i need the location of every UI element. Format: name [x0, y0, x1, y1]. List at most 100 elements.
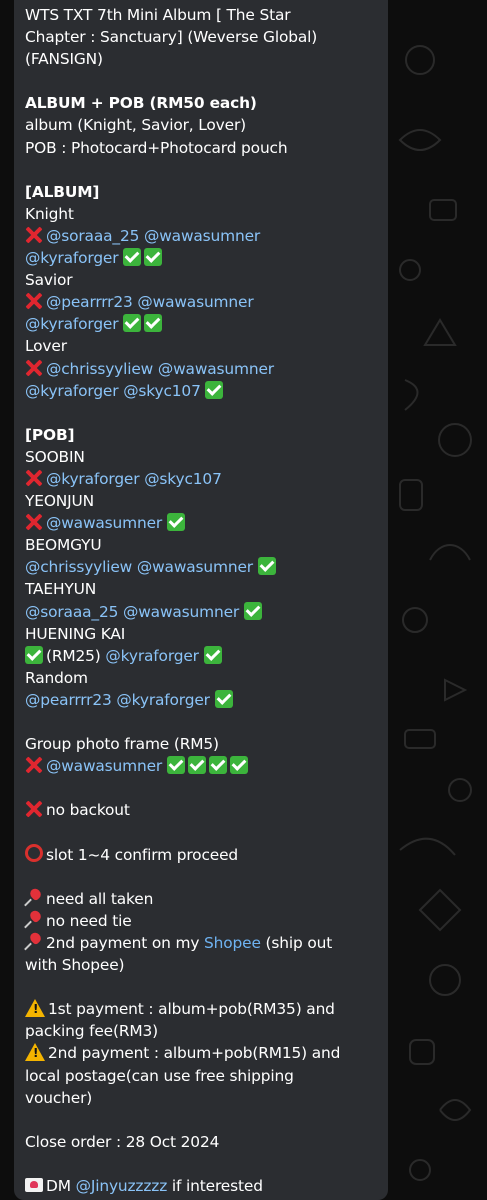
mention-link[interactable]: @wawasumner [123, 603, 239, 621]
check-mark-icon [144, 314, 163, 333]
mention-link[interactable]: @chrissyyliew [46, 360, 153, 378]
check-mark-icon [214, 689, 233, 708]
shopee-link[interactable]: Shopee [204, 934, 261, 952]
check-mark-icon [166, 756, 185, 775]
dm-suffix: if interested [167, 1176, 263, 1195]
mention-link[interactable]: @kyraforger [116, 691, 210, 709]
mention-link[interactable]: @kyraforger [46, 470, 140, 488]
check-mark-icon [229, 756, 248, 775]
cross-mark-icon [25, 359, 43, 377]
check-mark-icon [203, 645, 222, 664]
version-lover: Lover [25, 337, 67, 356]
check-mark-icon [208, 756, 227, 775]
album-heading: [ALBUM] [25, 182, 100, 201]
member-random: Random [25, 668, 88, 687]
check-mark-icon [144, 248, 163, 267]
version-savior: Savior [25, 271, 73, 290]
rule-line: no need tie [25, 910, 388, 932]
second-payment-cont: local postage(can use free shipping [25, 1066, 294, 1085]
hollow-red-circle-icon [25, 843, 43, 862]
message-title: WTS TXT 7th Mini Album [ The Star [25, 6, 291, 24]
first-payment-cont: packing fee(RM3) [25, 1022, 158, 1041]
mention-link[interactable]: @pearrrr23 [46, 293, 133, 311]
payment-line: 2nd payment : album+pob(RM15) and [25, 1042, 388, 1064]
member-beomgyu: BEOMGYU [25, 536, 102, 555]
mention-link[interactable]: @wawasumner [158, 360, 274, 378]
member-yeonjun: YEONJUN [25, 492, 95, 511]
price-heading: ALBUM + POB (RM50 each) [25, 94, 257, 113]
check-mark-icon [25, 645, 43, 664]
pob-description: POB : Photocard+Photocard pouch [25, 138, 288, 157]
rule-line: no backout [25, 799, 388, 821]
claim-line: @soraaa_25 @wawasumner [25, 225, 388, 247]
close-order: Close order : 28 Oct 2024 [25, 1132, 220, 1151]
mention-link[interactable]: @wawasumner [137, 293, 253, 311]
message-title: (FANSIGN) [25, 50, 103, 69]
pushpin-icon [25, 889, 43, 907]
pushpin-icon [25, 911, 43, 929]
check-mark-icon [187, 756, 206, 775]
cross-mark-icon [25, 756, 43, 774]
mention-link[interactable]: @pearrrr23 [25, 691, 112, 709]
slot-note: slot 1~4 confirm proceed [46, 845, 239, 864]
claim-line: @chrissyyliew @wawasumner [25, 358, 388, 380]
cross-mark-icon [25, 226, 43, 244]
dm-prefix: DM [46, 1176, 76, 1195]
mention-link[interactable]: @skyc107 [123, 382, 201, 400]
mention-link[interactable]: @wawasumner [137, 558, 253, 576]
mention-link[interactable]: @chrissyyliew [25, 558, 132, 576]
second-payment: 2nd payment : album+pob(RM15) and [48, 1044, 341, 1063]
claim-line: @kyraforger @skyc107 [25, 380, 388, 402]
pay2-line2: with Shopee) [25, 956, 125, 975]
mention-link[interactable]: @kyraforger [25, 249, 119, 267]
no-tie: no need tie [46, 911, 132, 930]
no-backout: no backout [46, 801, 130, 820]
member-taehyun: TAEHYUN [25, 580, 97, 599]
second-payment-cont: voucher) [25, 1088, 93, 1107]
check-mark-icon [205, 380, 224, 399]
dm-line: DM @Jinyuzzzzz if interested [25, 1175, 388, 1197]
group-photo-frame: Group photo frame (RM5) [25, 735, 219, 754]
mention-link[interactable]: @wawasumner [46, 514, 162, 532]
payment-line: 1st payment : album+pob(RM35) and [25, 998, 388, 1020]
mention-link[interactable]: @kyraforger [105, 647, 199, 665]
claim-line: @kyraforger [25, 313, 388, 335]
warning-icon [25, 1043, 45, 1062]
claim-line: @soraaa_25 @wawasumner [25, 601, 388, 623]
pushpin-icon [25, 933, 43, 951]
claim-line: @pearrrr23 @wawasumner [25, 291, 388, 313]
love-letter-icon [25, 1177, 43, 1192]
pob-heading: [POB] [25, 425, 75, 444]
claim-line: @wawasumner [25, 755, 388, 777]
hk-price: (RM25) [46, 646, 101, 665]
check-mark-icon [243, 601, 262, 620]
album-versions: album (Knight, Savior, Lover) [25, 116, 246, 135]
cross-mark-icon [25, 292, 43, 310]
check-mark-icon [123, 314, 142, 333]
mention-link[interactable]: @skyc107 [144, 470, 222, 488]
claim-line: @pearrrr23 @kyraforger [25, 689, 388, 711]
mention-link[interactable]: @wawasumner [144, 227, 260, 245]
claim-line: @kyraforger @skyc107 [25, 468, 388, 490]
claim-line: (RM25) @kyraforger [25, 645, 388, 667]
version-knight: Knight [25, 204, 74, 223]
rule-line: 2nd payment on my Shopee (ship out [25, 932, 388, 954]
warning-icon [25, 999, 45, 1018]
dm-handle-link[interactable]: @Jinyuzzzzz [76, 1177, 168, 1195]
claim-line: @kyraforger [25, 247, 388, 269]
pay2-suffix: (ship out [260, 933, 333, 952]
member-soobin: SOOBIN [25, 447, 85, 466]
member-hueningkai: HUENING KAI [25, 624, 126, 643]
cross-mark-icon [25, 800, 43, 818]
claim-line: @wawasumner [25, 512, 388, 534]
first-payment: 1st payment : album+pob(RM35) and [48, 1000, 335, 1019]
pay2-prefix: 2nd payment on my [46, 933, 205, 952]
mention-link[interactable]: @soraaa_25 [46, 227, 139, 245]
check-mark-icon [123, 248, 142, 267]
mention-link[interactable]: @soraaa_25 [25, 603, 118, 621]
chat-message-bubble[interactable]: WTS TXT 7th Mini Album [ The Star Chapte… [14, 0, 388, 1200]
cross-mark-icon [25, 513, 43, 531]
mention-link[interactable]: @kyraforger [25, 315, 119, 333]
mention-link[interactable]: @kyraforger [25, 382, 119, 400]
mention-link[interactable]: @wawasumner [46, 757, 162, 775]
